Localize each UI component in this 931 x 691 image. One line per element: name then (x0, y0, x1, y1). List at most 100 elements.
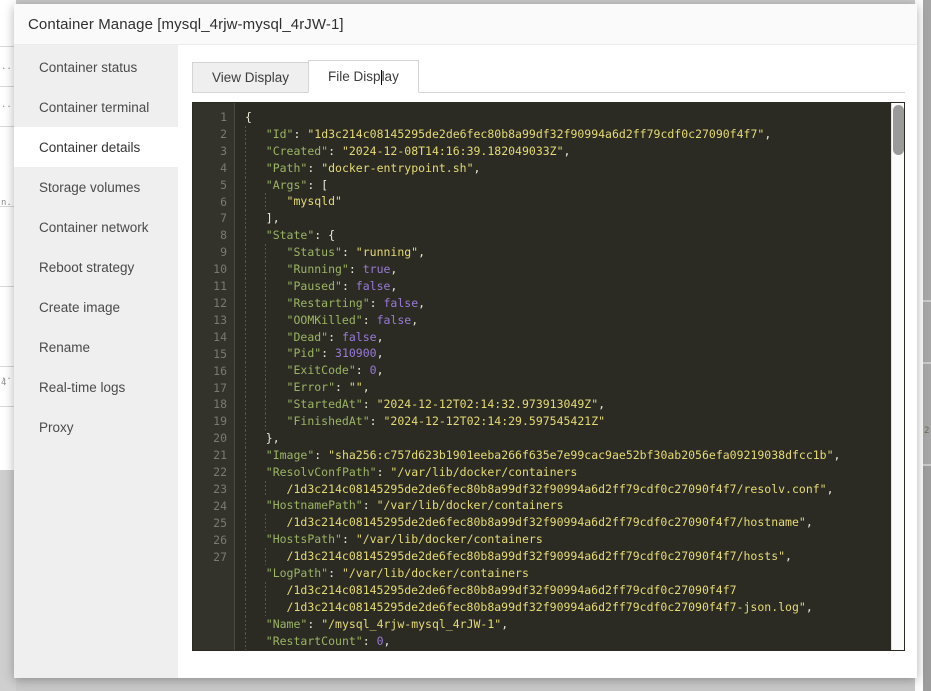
code-line: "RestartCount": 0, (235, 632, 904, 650)
line-number-gutter: 1 2 3 4 5 6 7 8 9 10 11 12 13 14 15 16 17 18 19 20 21 22 23 24 2… (193, 103, 235, 650)
code-line: { (235, 109, 904, 126)
sidebar-item-storage-volumes[interactable]: Storage volumes (14, 167, 178, 207)
code-line: ], (235, 210, 904, 228)
code-token-p: , (764, 126, 772, 141)
code-token-p: , (362, 380, 370, 395)
code-token-k: "LogPath" (265, 566, 329, 581)
sidebar-item-label: Container status (39, 59, 138, 75)
indent-guide (245, 227, 246, 245)
code-token-p: , (833, 447, 841, 462)
code-token-p: : { (314, 228, 336, 243)
code-token-p: : (314, 447, 329, 462)
code-token-s: /1d3c214c08145295de2de6fec80b8a99df32f90… (286, 599, 806, 614)
code-content[interactable]: { "Id": "1d3c214c08145295de2de6fec80b8a9… (235, 103, 904, 650)
code-line: "Restarting": false, (235, 294, 904, 312)
code-line: /1d3c214c08145295de2de6fec80b8a99df32f90… (235, 581, 904, 599)
code-token-p: : (376, 464, 391, 479)
code-token-b: false (383, 295, 419, 310)
code-token-s: "docker-entrypoint.sh" (321, 160, 474, 175)
line-number: 20 (213, 431, 227, 446)
code-line: "Status": "running", (235, 244, 904, 262)
code-token-p: , (383, 633, 391, 648)
code-token-k: "StartedAt" (286, 397, 363, 412)
container-manage-dialog: Container Manage [mysql_4rjw-mysql_4rJW-… (14, 4, 917, 678)
sidebar-item-label: Proxy (39, 419, 74, 435)
code-token-p: : (341, 245, 356, 260)
code-token-k: "Paused" (286, 278, 342, 293)
code-token-p: , (376, 363, 384, 378)
code-token-p: : (355, 363, 370, 378)
code-token-p: : (328, 143, 342, 158)
indent-guide (245, 615, 246, 633)
sidebar-item-label: Container terminal (39, 99, 150, 115)
tab-file-display[interactable]: File Disp lay (308, 60, 419, 93)
sidebar-item-container-terminal[interactable]: Container terminal (14, 87, 178, 127)
code-scrollbar-thumb[interactable] (893, 105, 904, 155)
indent-guide (245, 193, 246, 211)
indent-guide (245, 396, 246, 414)
indent-guide (265, 345, 266, 363)
line-number: 10 (213, 262, 227, 277)
sidebar-item-proxy[interactable]: Proxy (14, 407, 178, 447)
code-token-b: true (362, 262, 391, 277)
indent-guide (265, 581, 266, 599)
code-line: "Id": "1d3c214c08145295de2de6fec80b8a99d… (235, 125, 904, 143)
indent-guide (245, 294, 246, 312)
sidebar-item-container-details[interactable]: Container details (14, 127, 178, 167)
indent-guide (265, 362, 266, 380)
sidebar-item-rename[interactable]: Rename (14, 327, 178, 367)
line-number: 25 (213, 515, 227, 530)
tab-label: File Disp (328, 69, 381, 84)
code-token-k: "Image" (265, 447, 315, 462)
indent-guide (265, 514, 266, 532)
code-vertical-scrollbar[interactable] (891, 103, 904, 650)
line-number: 16 (213, 363, 227, 378)
indent-guide (265, 328, 266, 346)
indent-guide (245, 463, 246, 481)
code-token-p: , (805, 515, 813, 530)
indent-guide (245, 125, 246, 143)
sidebar-item-real-time-logs[interactable]: Real-time logs (14, 367, 178, 407)
code-line: "ResolvConfPath": "/var/lib/docker/conta… (235, 463, 904, 481)
line-number: 23 (213, 481, 227, 496)
code-token-k: "Restarting" (286, 295, 370, 310)
line-number: 5 (220, 177, 227, 192)
code-token-p: , (563, 143, 571, 158)
indent-guide (265, 598, 266, 616)
code-token-k: "Pid" (286, 346, 322, 361)
page-title: Container Manage [mysql_4rjw-mysql_4rJW-… (28, 15, 344, 33)
code-token-k: "Path" (265, 160, 308, 175)
code-token-p: , (826, 481, 834, 496)
backdrop-right-panel (923, 302, 931, 362)
code-token-s: "/var/lib/docker/containers (355, 532, 543, 547)
code-token-p: : (293, 126, 308, 141)
sidebar-item-container-status[interactable]: Container status (14, 47, 178, 87)
line-number: 4 (220, 160, 227, 175)
sidebar-item-reboot-strategy[interactable]: Reboot strategy (14, 247, 178, 287)
code-token-k: "Status" (286, 245, 342, 260)
indent-guide (245, 632, 246, 650)
code-token-s: "/mysql_4rjw-mysql_4rJW-1" (321, 616, 502, 631)
backdrop-ghost-text-right: 2 (924, 426, 930, 436)
indent-guide (265, 311, 266, 329)
code-token-k: "ResolvConfPath" (265, 464, 377, 479)
code-token-k: "Id" (265, 126, 294, 141)
code-token-s: "" (348, 380, 363, 395)
code-token-p: : (348, 262, 363, 277)
sidebar-item-create-image[interactable]: Create image (14, 287, 178, 327)
code-line: "OOMKilled": false, (235, 311, 904, 329)
code-token-k: "FinishedAt" (286, 414, 370, 429)
code-token-p: : (369, 414, 384, 429)
code-token-k: "Running" (286, 262, 349, 277)
code-token-p: : (362, 498, 377, 513)
file-display-code-viewer[interactable]: 1 2 3 4 5 6 7 8 9 10 11 12 13 14 15 16 17 18 19 20 21 22 23 24 2… (192, 102, 905, 651)
tab-view-display[interactable]: View Display (192, 62, 310, 93)
code-token-p: : (321, 346, 336, 361)
sidebar-item-container-network[interactable]: Container network (14, 207, 178, 247)
